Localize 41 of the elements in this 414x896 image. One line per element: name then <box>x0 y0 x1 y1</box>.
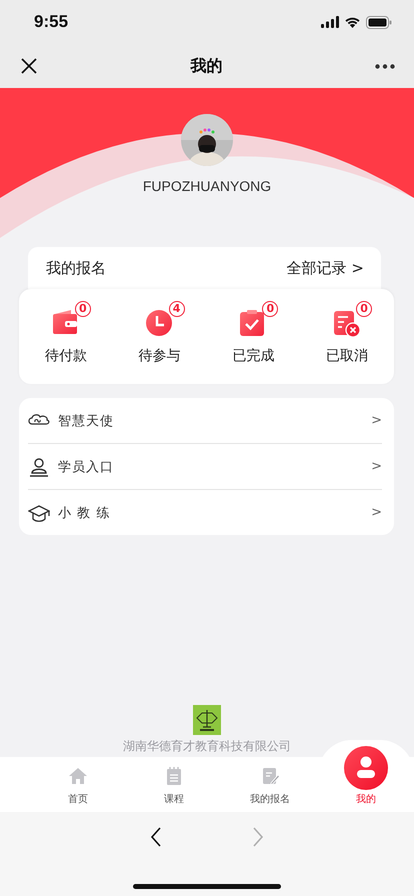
more-icon[interactable] <box>375 64 395 68</box>
graduation-cap-icon <box>28 502 50 522</box>
logo-icon <box>193 705 221 735</box>
back-icon[interactable] <box>150 827 162 847</box>
tab[interactable]: 我的报名 <box>222 757 318 812</box>
menu-item[interactable]: 学员入口 > <box>28 444 382 490</box>
menu-label: 智慧天使 <box>58 412 115 430</box>
tab[interactable]: 课程 <box>126 757 222 812</box>
count-badge: 0 <box>74 300 91 316</box>
company-name: 湖南华德育才教育科技有限公司 <box>123 738 291 755</box>
status-label[interactable]: 待参与 <box>138 346 181 364</box>
section-title: 我的报名 <box>46 258 106 278</box>
count-badge: 4 <box>168 300 185 316</box>
list-icon <box>164 766 184 786</box>
count-badge: 0 <box>356 300 372 316</box>
menu-label: 小 教 练 <box>58 504 112 522</box>
close-icon[interactable] <box>20 57 38 75</box>
wifi-icon <box>344 16 361 28</box>
home-icon <box>68 766 88 786</box>
chevron: > <box>371 505 382 520</box>
status-label[interactable]: 已取消 <box>326 346 368 364</box>
clock-icon <box>144 308 175 338</box>
cancel-list-icon <box>332 308 362 338</box>
menu-item[interactable]: 智慧天使 > <box>28 398 382 444</box>
all-records-link[interactable]: 全部记录 > <box>286 258 364 278</box>
battery-icon <box>366 16 392 28</box>
status-time: 9:55 <box>34 12 68 32</box>
status-label[interactable]: 已完成 <box>232 346 274 364</box>
signal-icon <box>321 16 339 28</box>
chevron: > <box>371 413 382 428</box>
tab[interactable]: 首页 <box>30 757 126 812</box>
status-label[interactable]: 待付款 <box>44 346 87 364</box>
chevron: > <box>371 459 382 474</box>
menu-label: 学员入口 <box>58 458 115 476</box>
username: FUPOZHUANYONG <box>142 178 272 194</box>
menu-item[interactable]: 小 教 练 > <box>28 490 382 535</box>
person-icon <box>28 456 50 476</box>
count-badge: 0 <box>262 300 278 316</box>
page-title: 我的 <box>190 56 222 76</box>
edit-icon <box>260 766 280 786</box>
profile-icon <box>344 746 388 790</box>
